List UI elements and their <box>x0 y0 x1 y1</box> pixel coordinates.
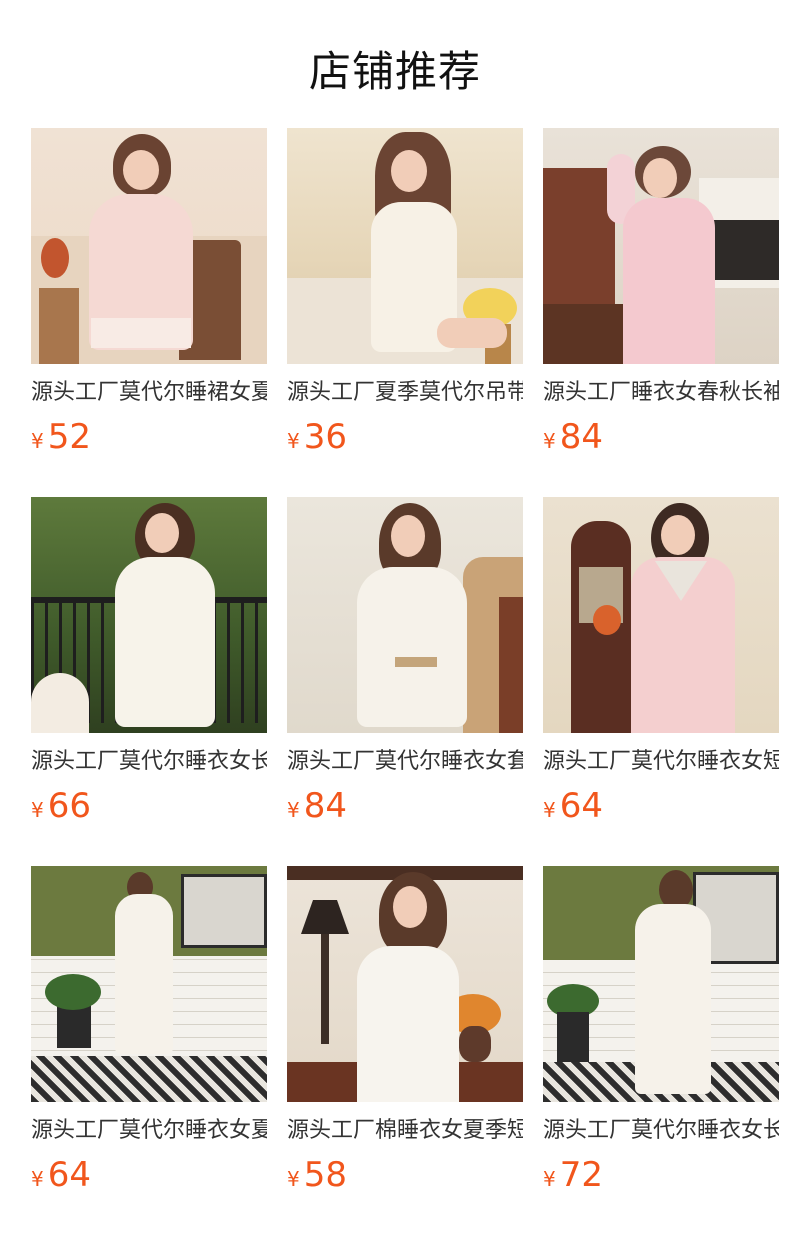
currency-symbol: ¥ <box>31 798 44 822</box>
price-amount: 64 <box>559 786 603 826</box>
section-title: 店铺推荐 <box>308 47 481 96</box>
product-card[interactable]: 源头工厂莫代尔睡裙女夏季 ¥52 <box>31 128 267 457</box>
product-name[interactable]: 源头工厂夏季莫代尔吊带睡裙 <box>287 378 523 408</box>
currency-symbol: ¥ <box>543 429 556 453</box>
product-image[interactable] <box>287 866 523 1102</box>
product-image[interactable] <box>543 128 779 364</box>
currency-symbol: ¥ <box>31 429 44 453</box>
currency-symbol: ¥ <box>287 798 300 822</box>
product-name[interactable]: 源头工厂莫代尔睡衣女夏季 <box>31 1116 267 1146</box>
product-price: ¥64 <box>543 786 603 826</box>
product-price: ¥84 <box>287 786 347 826</box>
product-card[interactable]: 源头工厂莫代尔睡衣女夏季 ¥64 <box>31 866 267 1195</box>
product-card[interactable]: 源头工厂夏季莫代尔吊带睡裙 ¥36 <box>287 128 523 457</box>
price-amount: 58 <box>303 1155 347 1195</box>
product-card[interactable]: 源头工厂棉睡衣女夏季短袖 ¥58 <box>287 866 523 1195</box>
product-image[interactable] <box>287 128 523 364</box>
currency-symbol: ¥ <box>543 1167 556 1191</box>
price-amount: 52 <box>47 417 91 457</box>
product-price: ¥84 <box>543 417 603 457</box>
currency-symbol: ¥ <box>287 429 300 453</box>
product-card[interactable]: 源头工厂莫代尔睡衣女短袖 ¥64 <box>543 497 779 826</box>
product-price: ¥66 <box>31 786 91 826</box>
product-image[interactable] <box>287 497 523 733</box>
product-image[interactable] <box>543 866 779 1102</box>
product-card[interactable]: 源头工厂莫代尔睡衣女套装 ¥84 <box>287 497 523 826</box>
product-image[interactable] <box>31 866 267 1102</box>
product-name[interactable]: 源头工厂莫代尔睡裙女夏季 <box>31 378 267 408</box>
product-name[interactable]: 源头工厂睡衣女春秋长袖套装 <box>543 378 779 408</box>
product-card[interactable]: 源头工厂莫代尔睡衣女长袖 ¥72 <box>543 866 779 1195</box>
product-price: ¥64 <box>31 1155 91 1195</box>
currency-symbol: ¥ <box>31 1167 44 1191</box>
product-name[interactable]: 源头工厂莫代尔睡衣女长袖 <box>543 1116 779 1146</box>
product-price: ¥58 <box>287 1155 347 1195</box>
price-amount: 84 <box>559 417 603 457</box>
product-name[interactable]: 源头工厂莫代尔睡衣女套装 <box>287 747 523 777</box>
product-price: ¥72 <box>543 1155 603 1195</box>
currency-symbol: ¥ <box>287 1167 300 1191</box>
product-image[interactable] <box>543 497 779 733</box>
product-price: ¥52 <box>31 417 91 457</box>
product-price: ¥36 <box>287 417 347 457</box>
product-card[interactable]: 源头工厂莫代尔睡衣女长袖 ¥66 <box>31 497 267 826</box>
price-amount: 72 <box>559 1155 603 1195</box>
currency-symbol: ¥ <box>543 798 556 822</box>
price-amount: 66 <box>47 786 91 826</box>
product-image[interactable] <box>31 497 267 733</box>
product-name[interactable]: 源头工厂棉睡衣女夏季短袖 <box>287 1116 523 1146</box>
price-amount: 84 <box>303 786 347 826</box>
product-name[interactable]: 源头工厂莫代尔睡衣女短袖 <box>543 747 779 777</box>
product-name[interactable]: 源头工厂莫代尔睡衣女长袖 <box>31 747 267 777</box>
product-card[interactable]: 源头工厂睡衣女春秋长袖套装 ¥84 <box>543 128 779 457</box>
price-amount: 36 <box>303 417 347 457</box>
price-amount: 64 <box>47 1155 91 1195</box>
product-image[interactable] <box>31 128 267 364</box>
